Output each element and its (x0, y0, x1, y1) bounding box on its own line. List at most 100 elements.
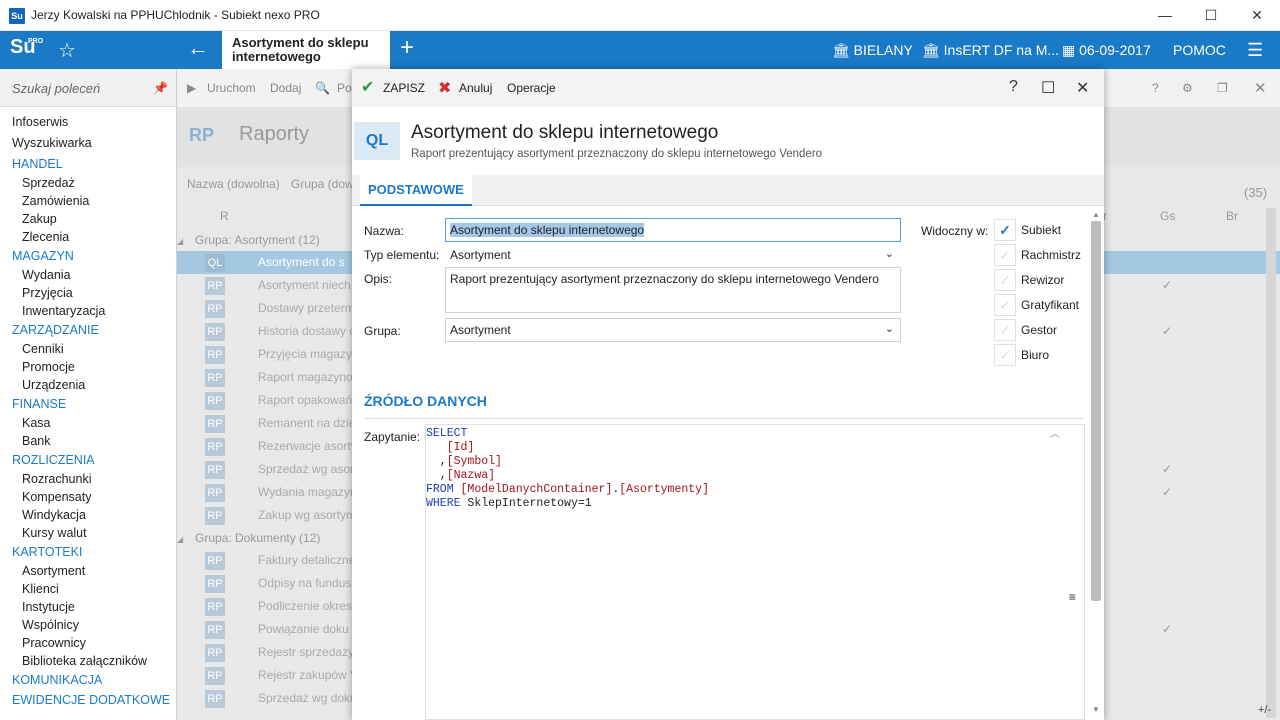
row-title: Remanent na dzie (258, 416, 356, 430)
pin-icon[interactable]: 📌 (153, 81, 168, 95)
help-icon[interactable]: ? (1009, 78, 1018, 96)
sidebar-item[interactable]: Wyszukiwarka (0, 133, 176, 154)
operations-button[interactable]: Operacje (507, 81, 556, 95)
tab-podstawowe[interactable]: PODSTAWOWE (360, 175, 472, 206)
sidebar-item[interactable]: Zakup (0, 210, 176, 228)
sidebar-item[interactable]: Windykacja (0, 506, 176, 524)
sidebar-item[interactable]: Pracownicy (0, 634, 176, 652)
sidebar-item[interactable]: Klienci (0, 580, 176, 598)
bg-close-icon[interactable]: ✕ (1254, 79, 1267, 97)
sidebar-item[interactable]: Wspólnicy (0, 616, 176, 634)
run-play-icon[interactable]: ▶ (187, 81, 196, 95)
collapse-chevron-icon[interactable]: ︿ (1050, 429, 1060, 443)
bg-run-button[interactable]: Uruchom (207, 81, 256, 95)
filter-name[interactable]: Nazwa (dowolna) (187, 177, 280, 191)
scroll-up-icon[interactable]: ▲ (1092, 210, 1100, 219)
location-button[interactable]: 🏛 BIELANY (832, 42, 913, 59)
sidebar-item[interactable]: Przyjęcia (0, 284, 176, 302)
type-select[interactable]: Asortyment ⌄ (445, 243, 901, 267)
sidebar-section-header[interactable]: ROZLICZENIA (0, 450, 176, 470)
collapse-arrow-icon[interactable]: ◢ (177, 237, 183, 246)
visible-checkbox-label: Biuro (1021, 348, 1050, 362)
save-button[interactable]: ZAPISZ (383, 81, 425, 95)
minimize-button[interactable]: — (1142, 0, 1188, 31)
bg-help-icon[interactable]: ? (1152, 81, 1159, 95)
query-line: FROM [ModelDanychContainer].[Asortymenty… (426, 483, 1084, 497)
favorites-star-icon[interactable]: ☆ (58, 38, 76, 63)
name-label: Nazwa: (364, 224, 405, 238)
filter-group[interactable]: Grupa (dow (291, 177, 354, 191)
close-button[interactable]: ✕ (1234, 0, 1280, 31)
sidebar-item[interactable]: Kasa (0, 414, 176, 432)
name-input[interactable]: Asortyment do sklepu internetowego (445, 218, 901, 242)
row-title: Dostawy przeterm (258, 301, 355, 315)
editor-menu-icon[interactable]: ≡ (1069, 591, 1076, 605)
sidebar-item[interactable]: Zamówienia (0, 192, 176, 210)
back-arrow-icon[interactable]: ← (187, 35, 209, 61)
sidebar-section-header[interactable]: KOMUNIKACJA (0, 670, 176, 690)
sidebar-section-header[interactable]: ZARZĄDZANIE (0, 320, 176, 340)
search-input[interactable]: Szukaj poleceń (12, 81, 100, 96)
column-gs[interactable]: Gs (1160, 209, 1175, 223)
help-button[interactable]: POMOC (1173, 42, 1226, 58)
sidebar-section-header[interactable]: HANDEL (0, 154, 176, 174)
visible-checkbox[interactable]: ✓ (994, 319, 1016, 341)
new-tab-plus-icon[interactable]: + (400, 34, 414, 62)
tab-active-document[interactable]: Asortyment do sklepu internetowego (222, 31, 390, 69)
group-select[interactable]: Asortyment ⌄ (445, 318, 901, 342)
description-textarea[interactable]: Raport prezentujący asortyment przeznacz… (445, 267, 901, 313)
visible-checkbox[interactable]: ✓ (994, 244, 1016, 266)
sidebar-item[interactable]: Infoserwis (0, 112, 176, 133)
sidebar-item[interactable]: Kompensaty (0, 488, 176, 506)
column-br[interactable]: Br (1226, 209, 1238, 223)
sidebar-item[interactable]: Sprzedaż (0, 174, 176, 192)
row-title: Raport opakowań (258, 393, 353, 407)
sidebar-item[interactable]: Asortyment (0, 562, 176, 580)
sidebar-item[interactable]: Wydania (0, 266, 176, 284)
maximize-button[interactable]: ☐ (1188, 0, 1234, 31)
visible-checkbox[interactable]: ✓ (994, 219, 1016, 241)
bg-restore-icon[interactable]: ❐ (1217, 81, 1228, 95)
row-check-icon: ✓ (1162, 485, 1173, 499)
sidebar-item[interactable]: Inwentaryzacja (0, 302, 176, 320)
bg-search-icon[interactable]: 🔍 (315, 81, 330, 95)
sidebar-item[interactable]: Rozrachunki (0, 470, 176, 488)
bg-search-label[interactable]: Po (337, 81, 352, 95)
sidebar-item[interactable]: Biblioteka załączników (0, 652, 176, 670)
row-title: Przyjęcia magazyn (258, 347, 359, 361)
scroll-down-icon[interactable]: ▼ (1092, 705, 1100, 714)
query-line: ,[Symbol] (426, 455, 1084, 469)
sidebar-item[interactable]: Cenniki (0, 340, 176, 358)
sidebar-item[interactable]: Instytucje (0, 598, 176, 616)
bg-gear-icon[interactable]: ⚙ (1182, 81, 1193, 95)
close-icon[interactable]: ✕ (1076, 78, 1089, 98)
menu-hamburger-icon[interactable]: ☰ (1247, 40, 1263, 61)
date-button[interactable]: ▦ 06-09-2017 (1062, 42, 1151, 59)
collapse-arrow-icon[interactable]: ◢ (177, 535, 183, 544)
sidebar-section-header[interactable]: MAGAZYN (0, 246, 176, 266)
sidebar-item[interactable]: Zlecenia (0, 228, 176, 246)
bg-add-button[interactable]: Dodaj (270, 81, 301, 95)
sidebar-item[interactable]: Bank (0, 432, 176, 450)
visible-checkbox-label: Rachmistrz (1021, 248, 1082, 262)
sidebar-item[interactable]: Promocje (0, 358, 176, 376)
cancel-button[interactable]: Anuluj (459, 81, 492, 95)
sidebar-item[interactable]: Kursy walut (0, 524, 176, 542)
sidebar-item[interactable]: Urządzenia (0, 376, 176, 394)
plus-minus-toggle[interactable]: +/- (1258, 704, 1271, 716)
visible-checkbox[interactable]: ✓ (994, 294, 1016, 316)
bg-scrollbar[interactable] (1266, 208, 1276, 718)
sidebar-section-header[interactable]: EWIDENCJE DODATKOWE (0, 690, 176, 710)
dialog-scrollbar[interactable] (1091, 221, 1101, 601)
sidebar-section-header[interactable]: FINANSE (0, 394, 176, 414)
app-logo[interactable]: Su PRO (10, 36, 43, 64)
visible-checkbox[interactable]: ✓ (994, 269, 1016, 291)
company-button[interactable]: 🏛 InsERT DF na M... (922, 42, 1059, 59)
maximize-icon[interactable]: ☐ (1041, 78, 1055, 98)
sidebar-section-header[interactable]: KARTOTEKI (0, 542, 176, 562)
row-check-icon: ✓ (1162, 324, 1173, 338)
visible-checkbox[interactable]: ✓ (994, 344, 1016, 366)
query-editor[interactable]: ︿ ≡ SELECT [Id] ,[Symbol] ,[Nazwa] FROM [… (425, 424, 1085, 720)
column-r[interactable]: R (220, 209, 229, 223)
sidebar-search[interactable]: Szukaj poleceń 📌 (0, 69, 176, 107)
